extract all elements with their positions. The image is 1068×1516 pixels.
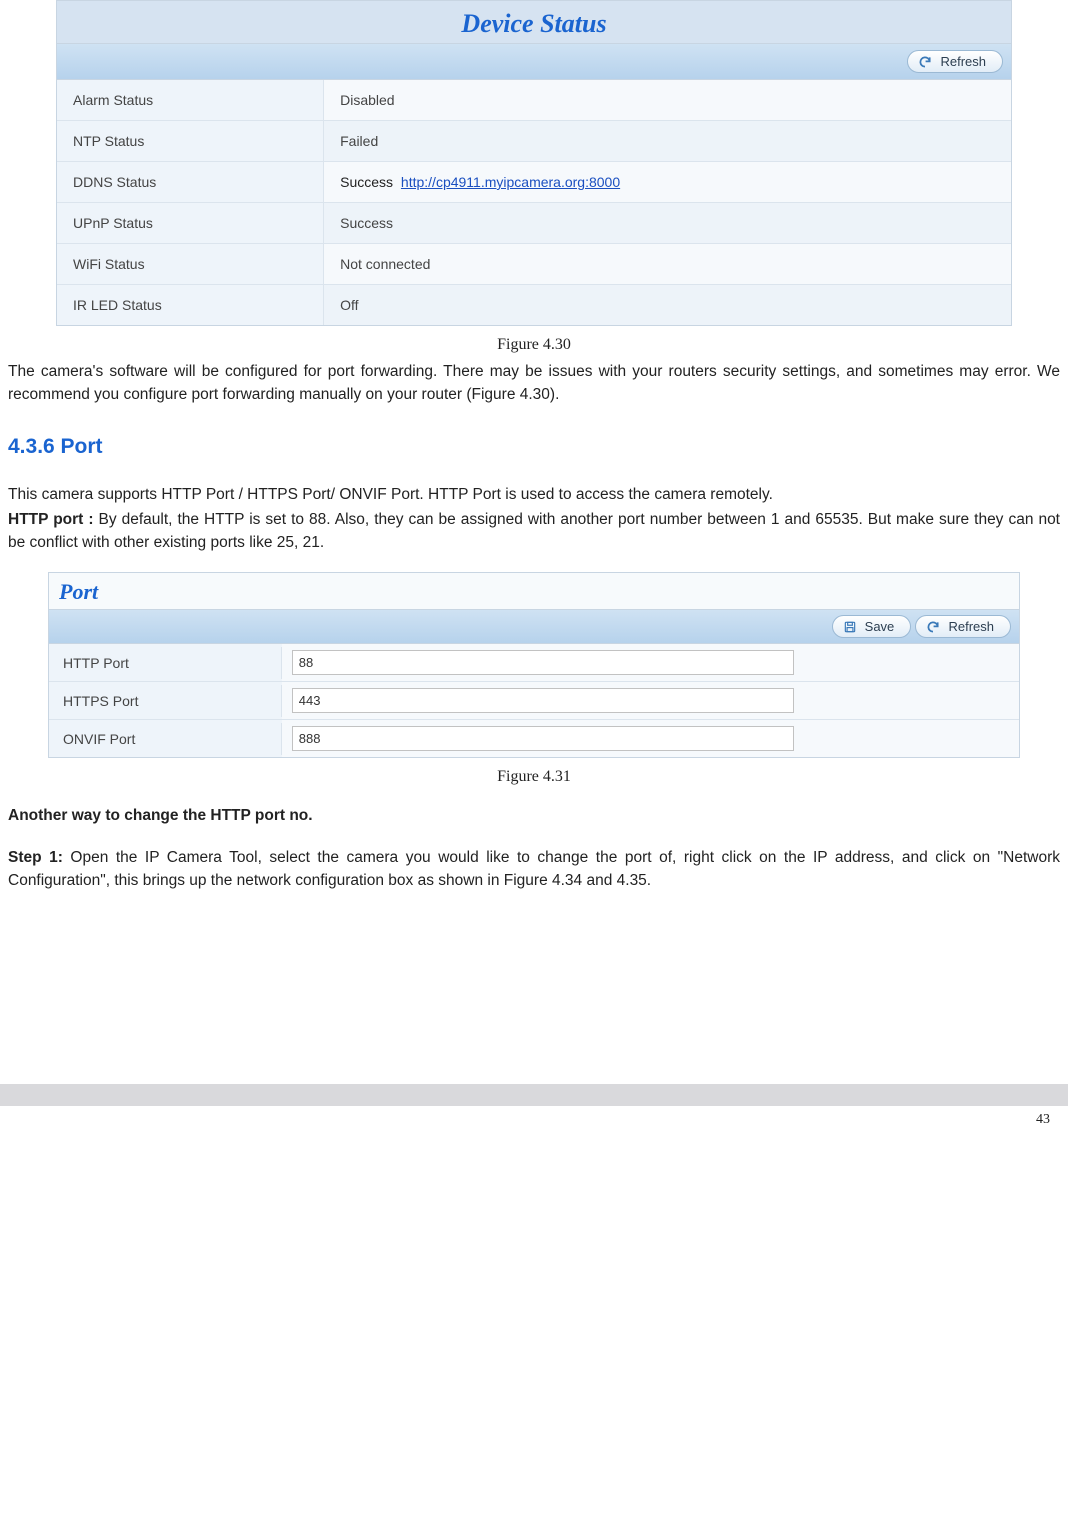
table-row: IR LED Status Off bbox=[57, 285, 1011, 325]
save-button-label: Save bbox=[865, 619, 895, 634]
https-port-input[interactable] bbox=[292, 688, 794, 713]
row-value: Not connected bbox=[324, 244, 1011, 284]
table-row: NTP Status Failed bbox=[57, 121, 1011, 162]
paragraph: HTTP port : By default, the HTTP is set … bbox=[8, 508, 1060, 555]
section-heading-436: 4.3.6 Port bbox=[8, 435, 1060, 459]
table-row: UPnP Status Success bbox=[57, 203, 1011, 244]
table-row: Alarm Status Disabled bbox=[57, 80, 1011, 121]
save-icon bbox=[843, 620, 857, 634]
row-value: Failed bbox=[324, 121, 1011, 161]
table-row: DDNS Status Success http://cp4911.myipca… bbox=[57, 162, 1011, 203]
step1-label: Step 1: bbox=[8, 849, 63, 866]
row-label: HTTPS Port bbox=[49, 685, 282, 717]
figure-caption-430: Figure 4.30 bbox=[8, 336, 1060, 354]
page-number: 43 bbox=[0, 1106, 1068, 1128]
device-status-title: Device Status bbox=[461, 9, 606, 38]
http-port-label: HTTP port : bbox=[8, 511, 94, 528]
refresh-button[interactable]: Refresh bbox=[915, 615, 1011, 638]
row-value: Success http://cp4911.myipcamera.org:800… bbox=[324, 162, 1011, 202]
row-value: Success bbox=[324, 203, 1011, 243]
device-status-body: Alarm Status Disabled NTP Status Failed … bbox=[57, 80, 1011, 325]
paragraph-bold: Another way to change the HTTP port no. bbox=[8, 804, 1060, 827]
refresh-button-label: Refresh bbox=[948, 619, 994, 634]
refresh-icon bbox=[926, 620, 940, 634]
row-label: ONVIF Port bbox=[49, 723, 282, 755]
row-value bbox=[282, 720, 1019, 757]
row-label: NTP Status bbox=[57, 121, 324, 161]
figure-caption-431: Figure 4.31 bbox=[8, 768, 1060, 786]
table-row: HTTP Port bbox=[49, 644, 1019, 682]
paragraph: Step 1: Open the IP Camera Tool, select … bbox=[8, 846, 1060, 893]
row-value: Off bbox=[324, 285, 1011, 325]
table-row: HTTPS Port bbox=[49, 682, 1019, 720]
paragraph: The camera's software will be configured… bbox=[8, 360, 1060, 407]
row-label: WiFi Status bbox=[57, 244, 324, 284]
refresh-button-label: Refresh bbox=[940, 54, 986, 69]
row-value bbox=[282, 682, 1019, 719]
device-status-toolbar: Refresh bbox=[57, 44, 1011, 80]
row-label: Alarm Status bbox=[57, 80, 324, 120]
row-label: UPnP Status bbox=[57, 203, 324, 243]
port-panel-body: HTTP Port HTTPS Port ONVIF Port bbox=[49, 644, 1019, 757]
row-value: Disabled bbox=[324, 80, 1011, 120]
row-label: HTTP Port bbox=[49, 647, 282, 679]
port-panel-title: Port bbox=[49, 573, 1019, 610]
ddns-link[interactable]: http://cp4911.myipcamera.org:8000 bbox=[401, 174, 620, 190]
row-value bbox=[282, 644, 1019, 681]
port-panel: Port Save Refresh HTTP Port bbox=[48, 572, 1020, 758]
device-status-panel: Device Status Refresh Alarm Status Disab… bbox=[56, 0, 1012, 326]
table-row: ONVIF Port bbox=[49, 720, 1019, 757]
port-panel-toolbar: Save Refresh bbox=[49, 610, 1019, 644]
http-port-desc: By default, the HTTP is set to 88. Also,… bbox=[8, 511, 1060, 551]
ddns-success-text: Success bbox=[340, 174, 393, 190]
refresh-button[interactable]: Refresh bbox=[907, 50, 1003, 73]
step1-desc: Open the IP Camera Tool, select the came… bbox=[8, 849, 1060, 889]
row-label: IR LED Status bbox=[57, 285, 324, 325]
page-footer bbox=[0, 1084, 1068, 1106]
table-row: WiFi Status Not connected bbox=[57, 244, 1011, 285]
row-label: DDNS Status bbox=[57, 162, 324, 202]
save-button[interactable]: Save bbox=[832, 615, 912, 638]
paragraph: This camera supports HTTP Port / HTTPS P… bbox=[8, 483, 1060, 506]
onvif-port-input[interactable] bbox=[292, 726, 794, 751]
device-status-header: Device Status bbox=[57, 1, 1011, 44]
http-port-input[interactable] bbox=[292, 650, 794, 675]
refresh-icon bbox=[918, 55, 932, 69]
